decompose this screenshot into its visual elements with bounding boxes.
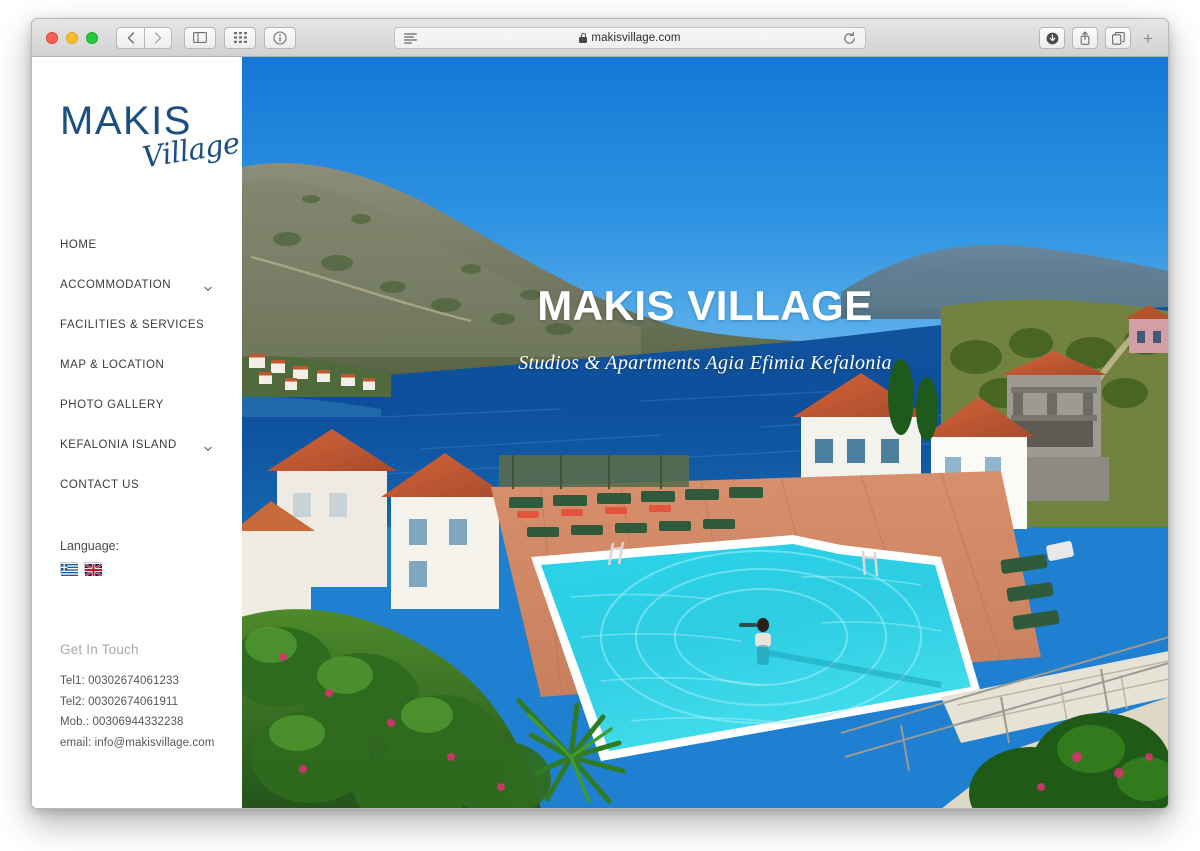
show-all-tabs-button[interactable] <box>224 26 256 49</box>
nav-item-map-location[interactable]: MAP & LOCATION <box>60 345 242 385</box>
contact-email[interactable]: email: info@makisvillage.com <box>60 733 242 754</box>
contact-tel1: Tel1: 00302674061233 <box>60 675 180 687</box>
nav-link-accommodation[interactable]: ACCOMMODATION <box>60 279 171 291</box>
reader-view-icon[interactable] <box>404 33 417 44</box>
chevron-right-icon <box>154 31 162 44</box>
greek-flag-icon[interactable] <box>60 562 78 576</box>
nav-item-facilities-services[interactable]: FACILITIES & SERVICES <box>60 305 242 345</box>
info-circle-icon <box>273 30 287 45</box>
chevron-down-icon[interactable] <box>204 280 212 291</box>
browser-toolbar: makisvillage.com + <box>32 19 1168 57</box>
language-flags <box>60 562 242 578</box>
reload-icon <box>844 31 855 44</box>
main-navigation: HOME ACCOMMODATION FACILITIES & SERVICES… <box>60 225 242 505</box>
get-in-touch-block: Get In Touch Tel1: 00302674061233 Tel2: … <box>60 642 242 753</box>
info-button[interactable] <box>264 26 296 49</box>
grid-icon <box>233 32 247 43</box>
traffic-lights <box>46 31 98 44</box>
site-logo[interactable]: MAKIS Village <box>60 83 242 183</box>
nav-link-home[interactable]: HOME <box>60 239 97 251</box>
nav-link-kefalonia-island[interactable]: KEFALONIA ISLAND <box>60 439 177 451</box>
address-bar[interactable]: makisvillage.com <box>394 27 866 49</box>
nav-item-accommodation[interactable]: ACCOMMODATION <box>60 265 242 305</box>
share-icon <box>1080 31 1090 45</box>
url-text: makisvillage.com <box>591 32 681 44</box>
back-button[interactable] <box>116 26 144 49</box>
site-sidebar: MAKIS Village HOME ACCOMMODATION FACILIT… <box>32 57 242 808</box>
new-tab-button[interactable]: + <box>1138 27 1158 49</box>
screenshot-stage: makisvillage.com + MAKIS Village HOME AC… <box>0 0 1200 851</box>
nav-link-facilities-services[interactable]: FACILITIES & SERVICES <box>60 319 204 331</box>
hero-section: MAKIS VILLAGE Studios & Apartments Agia … <box>242 57 1168 808</box>
language-label: Language: <box>60 539 120 553</box>
chevron-down-icon[interactable] <box>204 440 212 451</box>
close-window-button[interactable] <box>46 31 58 44</box>
tab-overview-button[interactable] <box>1105 27 1131 49</box>
hero-background-photo <box>242 57 1168 808</box>
maximize-window-button[interactable] <box>86 31 98 44</box>
minimize-window-button[interactable] <box>66 31 78 44</box>
uk-flag-icon[interactable] <box>84 562 103 578</box>
nav-item-kefalonia-island[interactable]: KEFALONIA ISLAND <box>60 425 242 465</box>
nav-item-home[interactable]: HOME <box>60 225 242 265</box>
sidebar-icon <box>193 32 207 43</box>
get-in-touch-title: Get In Touch <box>60 642 139 657</box>
downloads-button[interactable] <box>1039 27 1065 49</box>
reload-button[interactable] <box>842 31 857 46</box>
nav-item-contact-us[interactable]: CONTACT US <box>60 465 242 505</box>
nav-link-photo-gallery[interactable]: PHOTO GALLERY <box>60 399 164 411</box>
nav-link-map-location[interactable]: MAP & LOCATION <box>60 359 164 371</box>
download-icon <box>1046 32 1058 44</box>
view-buttons <box>184 26 296 49</box>
sidebar-toggle-button[interactable] <box>184 26 216 49</box>
contact-mobile: Mob.: 00306944332238 <box>60 716 184 728</box>
url-display[interactable]: makisvillage.com <box>395 32 865 44</box>
address-bar-container: makisvillage.com <box>394 27 866 49</box>
chevron-left-icon <box>127 31 134 44</box>
toolbar-right-tools: + <box>1039 27 1158 49</box>
web-page-content: MAKIS Village HOME ACCOMMODATION FACILIT… <box>32 57 1168 808</box>
share-button[interactable] <box>1072 27 1098 49</box>
language-switcher: Language: <box>60 539 242 578</box>
nav-link-contact-us[interactable]: CONTACT US <box>60 479 139 491</box>
lock-icon <box>579 33 588 43</box>
navigation-buttons <box>116 26 172 49</box>
nav-item-photo-gallery[interactable]: PHOTO GALLERY <box>60 385 242 425</box>
browser-window: makisvillage.com + MAKIS Village HOME AC… <box>31 18 1169 809</box>
contact-tel2: Tel2: 00302674061911 <box>60 695 179 708</box>
copy-tabs-icon <box>1111 31 1125 45</box>
forward-button[interactable] <box>144 26 172 49</box>
